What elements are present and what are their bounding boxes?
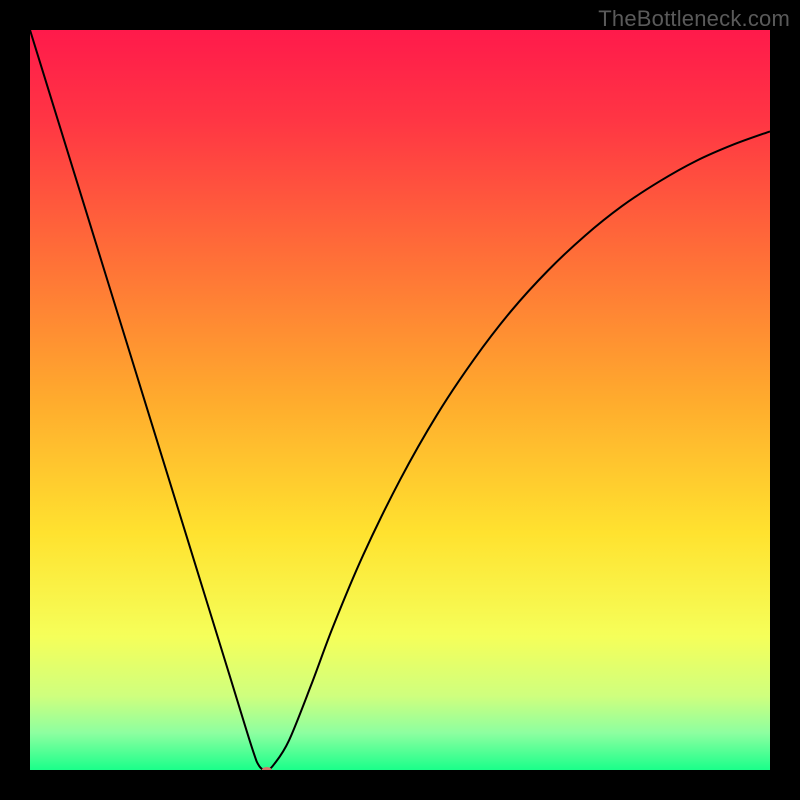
watermark-text: TheBottleneck.com [598,6,790,32]
chart-background [30,30,770,770]
chart-svg [30,30,770,770]
chart-frame: TheBottleneck.com [0,0,800,800]
plot-area [30,30,770,770]
